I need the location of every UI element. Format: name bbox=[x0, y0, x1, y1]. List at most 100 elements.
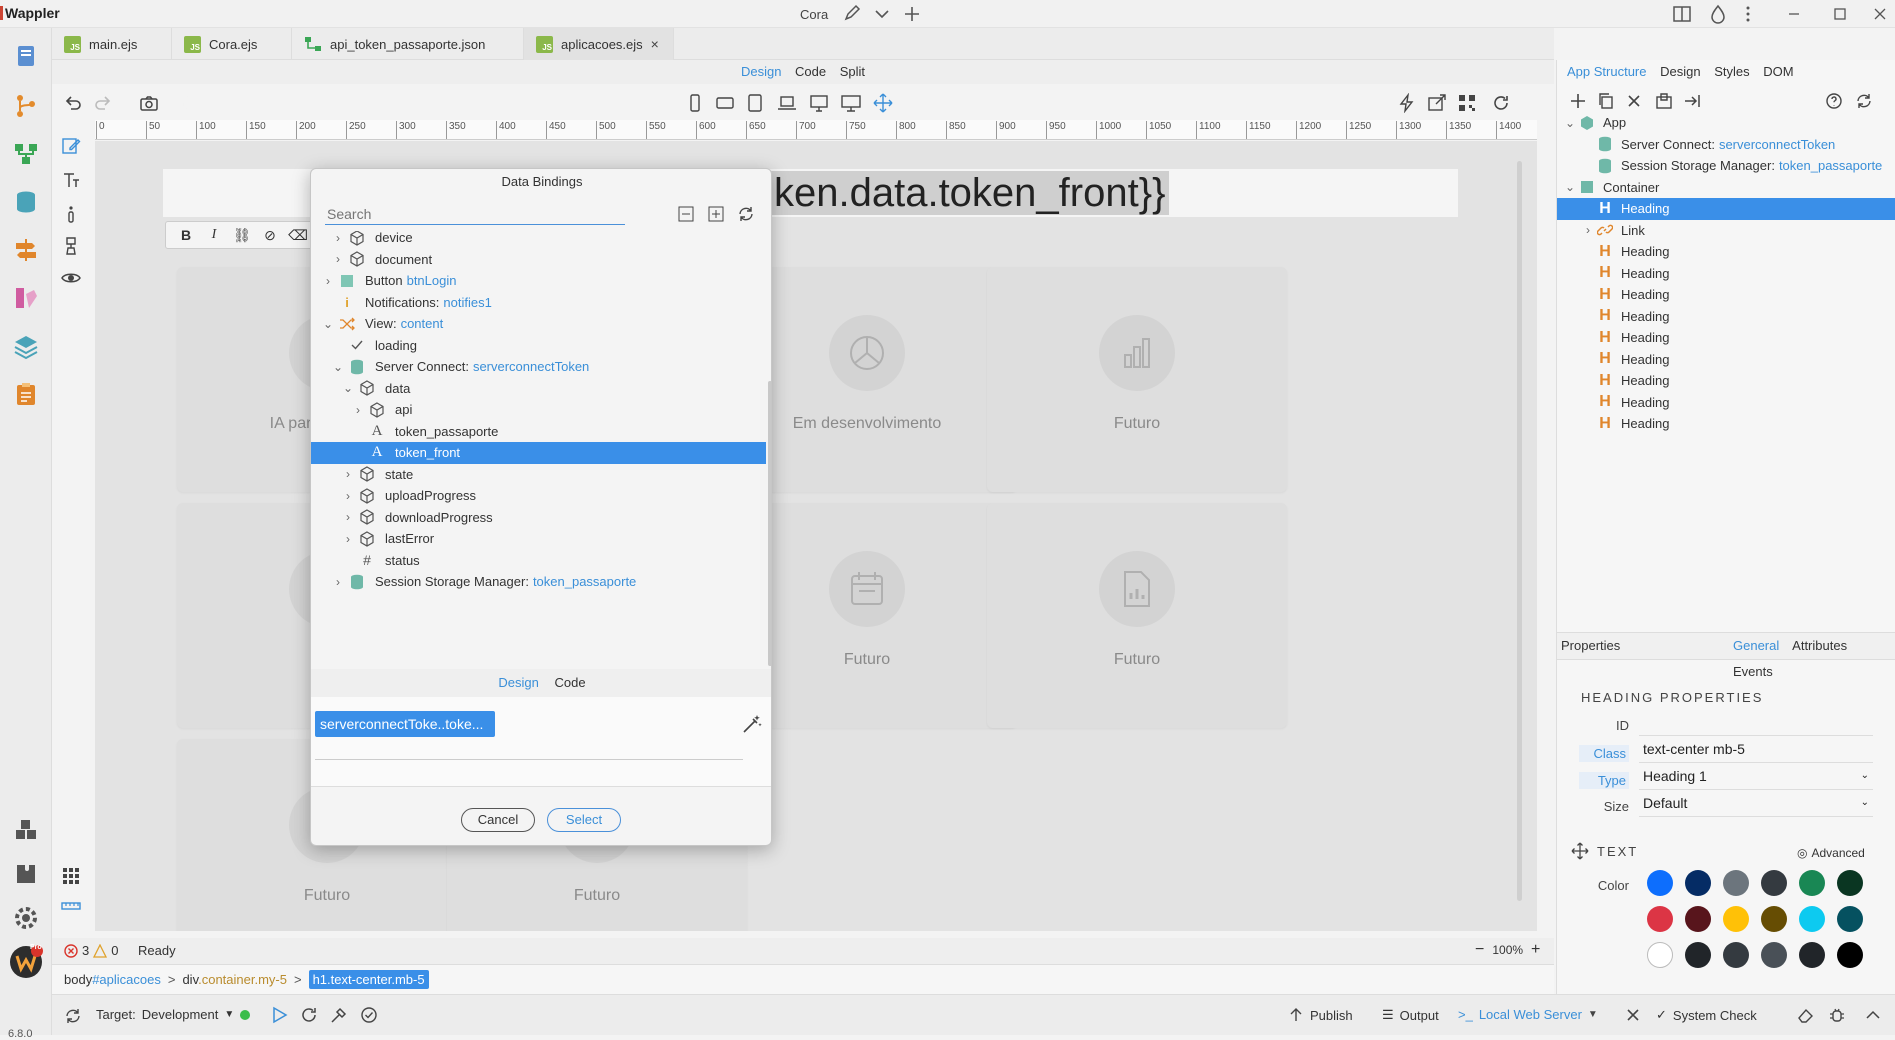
size-select[interactable]: Default ⌄ bbox=[1639, 791, 1873, 817]
color-swatch[interactable] bbox=[1761, 942, 1787, 968]
open-browser-icon[interactable] bbox=[1426, 92, 1448, 114]
color-swatch[interactable] bbox=[1647, 906, 1673, 932]
chevron-down-icon[interactable]: ⌄ bbox=[331, 360, 345, 374]
structure-item[interactable]: H Heading bbox=[1557, 306, 1895, 328]
text-tool-icon[interactable] bbox=[60, 169, 82, 191]
italic-icon[interactable]: I bbox=[202, 227, 226, 243]
structure-item[interactable]: Server Connect: serverconnectToken bbox=[1557, 134, 1895, 156]
color-swatch[interactable] bbox=[1685, 870, 1711, 896]
paint-tool-icon[interactable] bbox=[60, 235, 82, 257]
device-tablet-icon[interactable] bbox=[744, 92, 766, 114]
unlink-icon[interactable]: ⊘ bbox=[258, 227, 282, 244]
tree-item[interactable]: # status bbox=[311, 550, 766, 572]
prop-tab-events[interactable]: Events bbox=[1733, 664, 1773, 679]
expression-editor[interactable]: serverconnectToke..toke... bbox=[311, 697, 771, 787]
add-project-icon[interactable] bbox=[902, 4, 922, 24]
restart-icon[interactable] bbox=[298, 1004, 320, 1026]
prop-tab-general[interactable]: General bbox=[1733, 638, 1779, 653]
structure-item[interactable]: H Heading bbox=[1557, 413, 1895, 435]
type-label[interactable]: Type bbox=[1579, 772, 1629, 789]
chevron-down-icon[interactable]: ⌄ bbox=[321, 317, 335, 331]
structure-item[interactable]: H Heading bbox=[1557, 370, 1895, 392]
color-swatch[interactable] bbox=[1837, 906, 1863, 932]
more-menu-icon[interactable] bbox=[1738, 4, 1758, 24]
chevron-down-icon[interactable]: ⌄ bbox=[341, 381, 355, 395]
search-input[interactable] bbox=[325, 203, 625, 225]
collapse-all-icon[interactable] bbox=[675, 203, 697, 225]
color-swatch[interactable] bbox=[1685, 942, 1711, 968]
structure-item[interactable]: H Heading bbox=[1557, 392, 1895, 414]
tree-item[interactable]: › device bbox=[311, 231, 766, 249]
tree-scrollbar[interactable] bbox=[767, 231, 771, 669]
cancel-button[interactable]: Cancel bbox=[461, 808, 535, 832]
color-swatch[interactable] bbox=[1799, 942, 1825, 968]
grid-view-icon[interactable] bbox=[60, 865, 82, 887]
sync-icon[interactable] bbox=[62, 1005, 84, 1027]
chevron-right-icon[interactable]: › bbox=[341, 510, 355, 524]
canvas-heading[interactable]: ken.data.token_front}} bbox=[770, 171, 1170, 215]
ruler-toggle-icon[interactable] bbox=[60, 895, 82, 917]
color-swatch[interactable] bbox=[1723, 942, 1749, 968]
eraser-icon[interactable]: ⌫ bbox=[286, 227, 310, 244]
wappler-logo-icon[interactable]: Pro bbox=[6, 942, 46, 982]
delete-icon[interactable] bbox=[1623, 90, 1645, 112]
breadcrumb-div[interactable]: div.container.my-5 bbox=[182, 972, 287, 987]
save-component-icon[interactable] bbox=[1653, 90, 1675, 112]
chevron-right-icon[interactable]: › bbox=[341, 532, 355, 546]
select-button[interactable]: Select bbox=[547, 808, 621, 832]
edit-project-icon[interactable] bbox=[842, 4, 862, 24]
chevron-right-icon[interactable]: › bbox=[321, 274, 335, 288]
tasks-icon[interactable] bbox=[6, 374, 46, 414]
class-field[interactable]: text-center mb-5 bbox=[1639, 737, 1873, 763]
system-check-button[interactable]: ✓ System Check bbox=[1656, 1007, 1757, 1023]
eraser-clean-icon[interactable] bbox=[1794, 1004, 1816, 1026]
mode-design[interactable]: Design bbox=[498, 675, 538, 690]
tab-dom[interactable]: DOM bbox=[1763, 64, 1793, 79]
bold-icon[interactable]: B bbox=[174, 227, 198, 243]
tree-item[interactable]: › Button btnLogin bbox=[311, 270, 766, 292]
tab-styles[interactable]: Styles bbox=[1714, 64, 1749, 79]
tab-main-ejs[interactable]: JS main.ejs bbox=[52, 28, 172, 60]
tree-item[interactable]: loading bbox=[311, 335, 766, 357]
add-component-icon[interactable] bbox=[1567, 90, 1589, 112]
publish-button[interactable]: Publish bbox=[1288, 1007, 1353, 1023]
card[interactable]: Futuro bbox=[987, 267, 1287, 492]
color-swatch[interactable] bbox=[1761, 870, 1787, 896]
chevron-right-icon[interactable]: › bbox=[351, 403, 365, 417]
problems-indicator[interactable]: 3 0 bbox=[64, 943, 118, 958]
build-tools-icon[interactable] bbox=[328, 1004, 350, 1026]
theme-drop-icon[interactable] bbox=[1708, 4, 1728, 24]
structure-item[interactable]: H Heading bbox=[1557, 241, 1895, 263]
structure-item[interactable]: Session Storage Manager: token_passaporte bbox=[1557, 155, 1895, 177]
tree-item[interactable]: › document bbox=[311, 249, 766, 271]
chevron-up-icon[interactable] bbox=[1862, 1004, 1884, 1026]
tab-api-token-json[interactable]: api_token_passaporte.json bbox=[292, 28, 524, 60]
pages-icon[interactable] bbox=[6, 36, 46, 76]
tree-item[interactable]: › Session Storage Manager: token_passaport… bbox=[311, 571, 766, 593]
tree-item[interactable]: › downloadProgress bbox=[311, 507, 766, 529]
move-into-icon[interactable] bbox=[1681, 90, 1703, 112]
tab-aplicacoes-ejs[interactable]: JS aplicacoes.ejs × bbox=[524, 28, 674, 60]
device-wide-icon[interactable] bbox=[840, 92, 862, 114]
chevron-right-icon[interactable]: › bbox=[331, 575, 345, 589]
device-phone-landscape-icon[interactable] bbox=[714, 92, 736, 114]
color-swatch[interactable] bbox=[1647, 870, 1673, 896]
target-selector[interactable]: Target: Development ▼ bbox=[96, 1007, 251, 1022]
card[interactable]: Futuro bbox=[987, 503, 1287, 728]
tree-item[interactable]: › state bbox=[311, 464, 766, 486]
tree-item[interactable]: Atoken_passaporte bbox=[311, 421, 766, 443]
structure-item[interactable]: H Heading bbox=[1557, 327, 1895, 349]
refresh-icon[interactable] bbox=[1490, 92, 1512, 114]
server-selector[interactable]: >_ Local Web Server ▼ bbox=[1458, 1007, 1598, 1022]
plugins-icon[interactable] bbox=[6, 854, 46, 894]
expand-all-icon[interactable] bbox=[705, 203, 727, 225]
color-swatch[interactable] bbox=[1799, 870, 1825, 896]
structure-item-selected[interactable]: H Heading bbox=[1557, 198, 1895, 220]
refresh-bindings-icon[interactable] bbox=[735, 203, 757, 225]
prop-tab-attributes[interactable]: Attributes bbox=[1792, 638, 1847, 653]
maximize-icon[interactable] bbox=[1830, 4, 1850, 24]
close-panel-icon[interactable] bbox=[1622, 1004, 1644, 1026]
workflows-icon[interactable] bbox=[6, 134, 46, 174]
chevron-right-icon[interactable]: › bbox=[1581, 223, 1595, 237]
tree-item[interactable]: i Notifications: notifies1 bbox=[311, 292, 766, 314]
